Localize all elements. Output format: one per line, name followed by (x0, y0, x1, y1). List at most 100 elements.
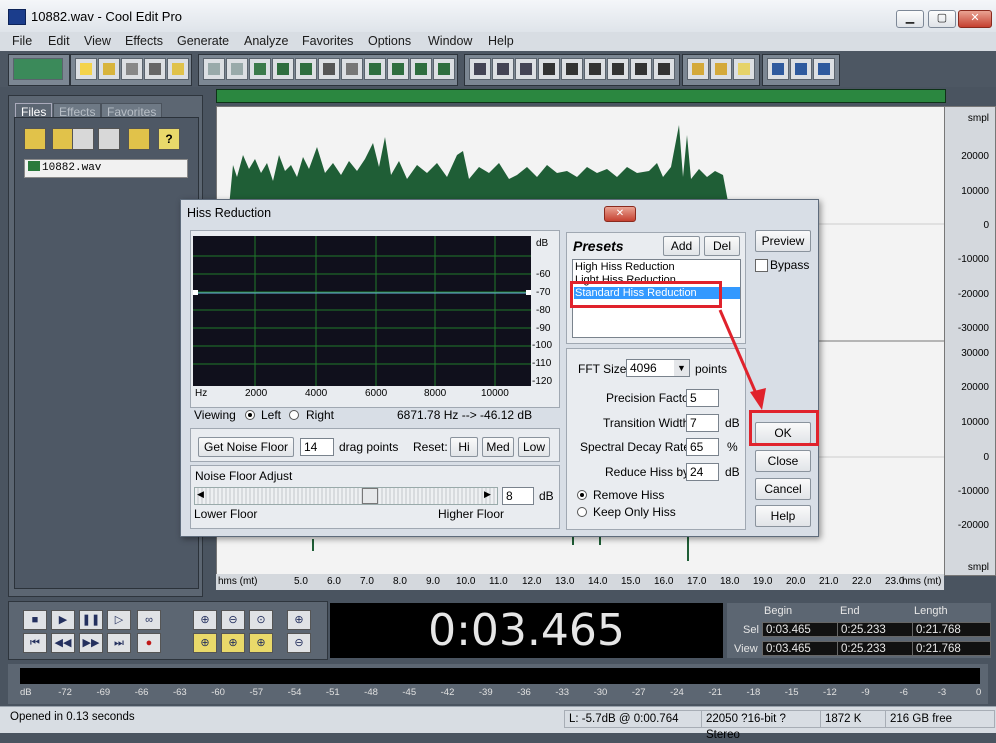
pause-button[interactable]: ❚❚ (79, 610, 103, 630)
menu-options[interactable]: Options (368, 34, 411, 48)
slider-left-arrow-icon[interactable]: ◀ (197, 489, 204, 500)
paste-icon[interactable] (341, 58, 363, 80)
help-icon[interactable]: ? (158, 128, 180, 150)
record-button[interactable]: ● (137, 633, 161, 653)
save-selection-icon[interactable] (167, 58, 189, 80)
add-preset-button[interactable]: Add (663, 236, 700, 256)
reset-low-button[interactable]: Low (518, 437, 550, 457)
dialog-close-icon[interactable]: ✕ (604, 206, 636, 222)
undo-icon[interactable] (203, 58, 225, 80)
go-to-end-button[interactable]: ⏭ (107, 633, 131, 653)
sel-begin-field[interactable]: 0:03.465 (762, 622, 841, 637)
chevron-down-icon[interactable]: ▼ (674, 360, 689, 376)
loop-button[interactable]: ∞ (137, 610, 161, 630)
zoom-out-icon[interactable]: ⊖ (221, 610, 245, 630)
zoom-icon[interactable] (561, 58, 583, 80)
drag-points-field[interactable]: 14 (300, 438, 334, 456)
minimize-button[interactable]: ▁ (896, 10, 924, 28)
play-selection-icon[interactable] (538, 58, 560, 80)
noise-floor-value-field[interactable]: 8 (502, 487, 534, 505)
keep-only-hiss-radio[interactable] (577, 507, 587, 517)
menu-file[interactable]: File (12, 34, 32, 48)
sel-end-field[interactable]: 0:25.233 (837, 622, 916, 637)
reset-med-button[interactable]: Med (482, 437, 514, 457)
noise-floor-slider[interactable]: ◀ ▶ (194, 487, 498, 505)
remove-hiss-radio[interactable] (577, 490, 587, 500)
new-file-icon[interactable] (75, 58, 97, 80)
open-folder-icon[interactable] (24, 128, 46, 150)
preset-item[interactable]: High Hiss Reduction (575, 261, 675, 273)
insert-icon[interactable] (72, 128, 94, 150)
edit-file-icon[interactable] (98, 128, 120, 150)
spectral-field[interactable]: 65 (686, 438, 719, 456)
scope-icon[interactable] (813, 58, 835, 80)
vertical-zoom-in-icon[interactable]: ⊕ (287, 610, 311, 630)
maximize-button[interactable]: ▢ (928, 10, 956, 28)
list-icon[interactable] (653, 58, 675, 80)
sel-length-field[interactable]: 0:21.768 (912, 622, 991, 637)
clip-icon[interactable] (410, 58, 432, 80)
left-radio[interactable] (245, 410, 255, 420)
paste-new-icon[interactable] (387, 58, 409, 80)
menu-generate[interactable]: Generate (177, 34, 229, 48)
open-file-icon[interactable] (98, 58, 120, 80)
multitrack-toggle-icon[interactable] (13, 58, 63, 80)
repeat-icon[interactable] (249, 58, 271, 80)
play-to-end-button[interactable]: ▷ (107, 610, 131, 630)
noise-floor-graph[interactable] (193, 236, 531, 386)
vertical-zoom-out-icon[interactable]: ⊖ (287, 633, 311, 653)
preview-button[interactable]: Preview (755, 230, 811, 252)
reset-hi-button[interactable]: Hi (450, 437, 478, 457)
menu-window[interactable]: Window (428, 34, 472, 48)
bypass-checkbox[interactable] (755, 259, 768, 272)
zoom-in-icon[interactable]: ⊕ (193, 610, 217, 630)
stop-button[interactable]: ■ (23, 610, 47, 630)
snap-icon[interactable] (433, 58, 455, 80)
menu-effects[interactable]: Effects (125, 34, 163, 48)
zoom-selection-icon[interactable]: ⊕ (249, 633, 273, 653)
rewind-button[interactable]: ◀◀ (51, 633, 75, 653)
play-button[interactable]: ▶ (51, 610, 75, 630)
delete-preset-button[interactable]: Del (704, 236, 740, 256)
grid-icon[interactable] (607, 58, 629, 80)
menu-view[interactable]: View (84, 34, 111, 48)
zoom-left-icon[interactable]: ⊕ (193, 633, 217, 653)
help-icon[interactable] (733, 58, 755, 80)
menu-edit[interactable]: Edit (48, 34, 70, 48)
save-icon[interactable] (121, 58, 143, 80)
mix-paste-icon[interactable] (364, 58, 386, 80)
trim-icon[interactable] (272, 58, 294, 80)
help-button[interactable]: Help (755, 505, 811, 527)
frequency-analysis-icon[interactable] (767, 58, 789, 80)
overview-bar[interactable] (216, 89, 946, 103)
transition-field[interactable]: 7 (686, 414, 719, 432)
edit-view-icon[interactable] (515, 58, 537, 80)
slider-thumb[interactable] (362, 488, 378, 504)
statistics-icon[interactable] (790, 58, 812, 80)
effects-icon[interactable] (687, 58, 709, 80)
copy-icon[interactable] (295, 58, 317, 80)
close-icon[interactable]: ✕ (958, 10, 992, 28)
redo-icon[interactable] (226, 58, 248, 80)
file-item[interactable]: 10882.wav (24, 159, 188, 178)
cut-icon[interactable] (318, 58, 340, 80)
right-radio[interactable] (289, 410, 299, 420)
cancel-button[interactable]: Cancel (755, 478, 811, 500)
fast-forward-button[interactable]: ▶▶ (79, 633, 103, 653)
file-list[interactable] (14, 117, 199, 589)
zoom-right-icon[interactable]: ⊕ (221, 633, 245, 653)
get-noise-floor-button[interactable]: Get Noise Floor (198, 437, 294, 457)
time-format-icon[interactable] (584, 58, 606, 80)
close-file-icon[interactable] (52, 128, 74, 150)
waveform-view-icon[interactable] (469, 58, 491, 80)
tools-icon[interactable] (128, 128, 150, 150)
menu-help[interactable]: Help (488, 34, 514, 48)
menu-favorites[interactable]: Favorites (302, 34, 353, 48)
slider-right-arrow-icon[interactable]: ▶ (484, 489, 491, 500)
save-all-icon[interactable] (144, 58, 166, 80)
reduce-field[interactable]: 24 (686, 463, 719, 481)
go-to-start-button[interactable]: ⏮ (23, 633, 47, 653)
menu-analyze[interactable]: Analyze (244, 34, 288, 48)
marker-icon[interactable] (630, 58, 652, 80)
spectral-view-icon[interactable] (492, 58, 514, 80)
